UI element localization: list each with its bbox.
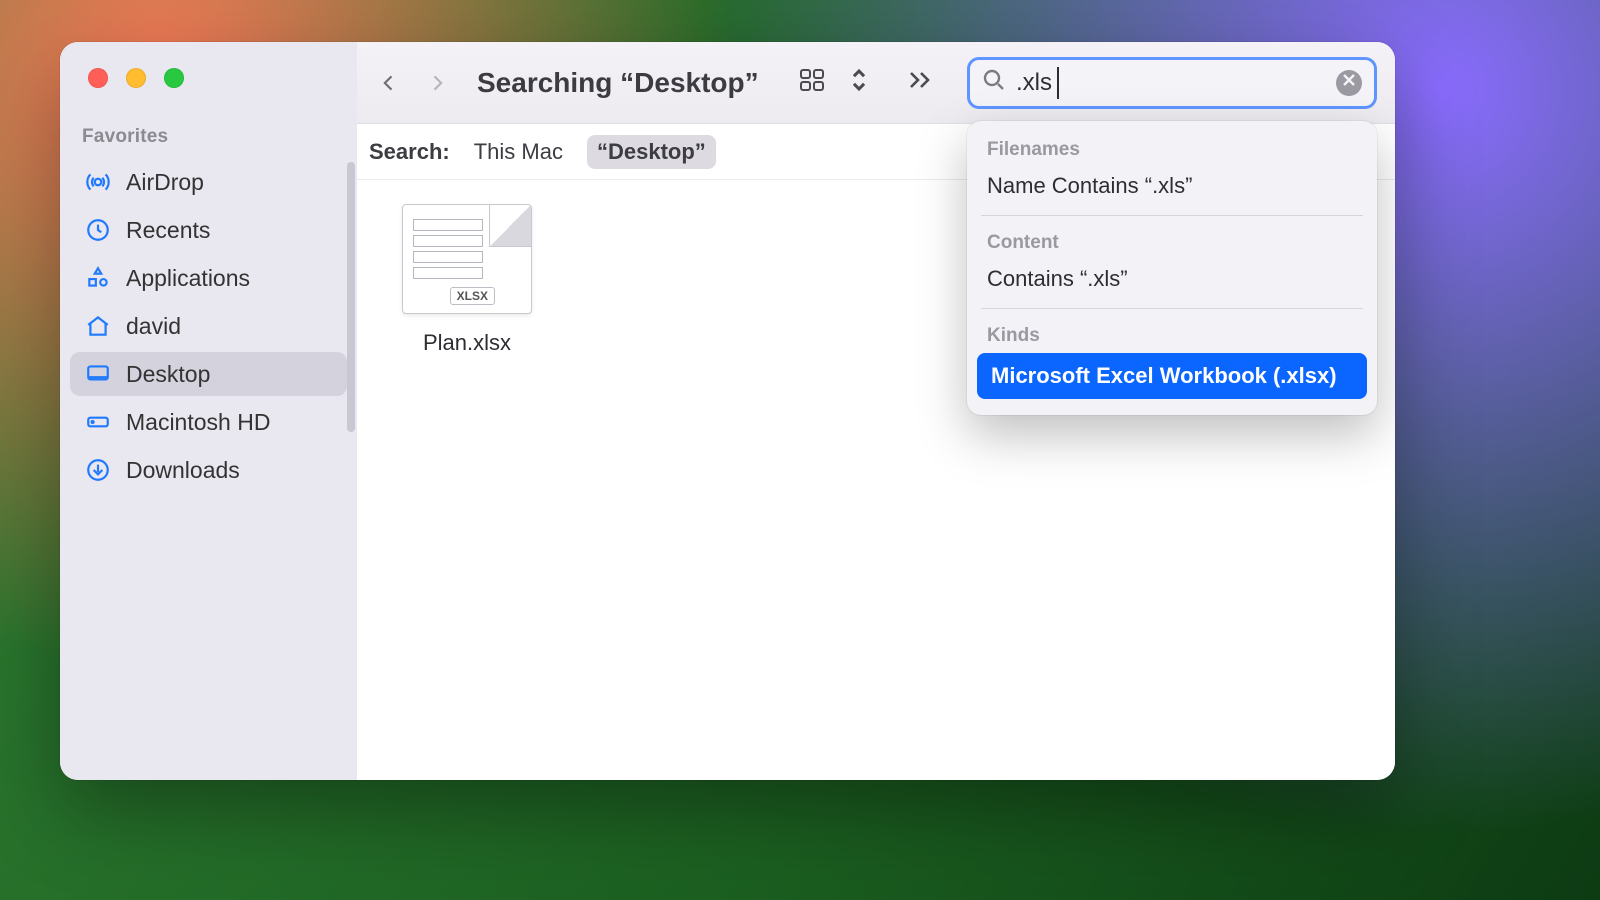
close-icon	[1342, 73, 1356, 92]
suggest-item-kind-xlsx[interactable]: Microsoft Excel Workbook (.xlsx)	[977, 353, 1367, 399]
suggest-section-content: Content	[967, 224, 1377, 258]
minimize-window-button[interactable]	[126, 68, 146, 88]
file-name: Plan.xlsx	[423, 330, 511, 356]
view-mode-button[interactable]	[799, 66, 877, 99]
sidebar-item-label: Applications	[126, 265, 250, 292]
scope-desktop[interactable]: “Desktop”	[587, 135, 716, 169]
toolbar: Searching “Desktop”	[357, 42, 1395, 124]
download-icon	[84, 456, 112, 484]
chevron-double-right-icon	[907, 78, 935, 95]
sidebar-item-recents[interactable]: Recents	[70, 208, 347, 252]
sidebar-item-macintosh-hd[interactable]: Macintosh HD	[70, 400, 347, 444]
sidebar-item-label: Macintosh HD	[126, 409, 270, 436]
suggest-section-filenames: Filenames	[967, 131, 1377, 165]
suggest-section-kinds: Kinds	[967, 317, 1377, 351]
clock-icon	[84, 216, 112, 244]
sidebar-section-label: Favorites	[60, 126, 357, 148]
search-icon	[982, 68, 1006, 97]
sidebar-item-label: AirDrop	[126, 169, 204, 196]
chevron-updown-icon	[841, 66, 877, 99]
forward-button[interactable]	[423, 69, 451, 97]
window-title: Searching “Desktop”	[477, 67, 759, 99]
sidebar: Favorites AirDrop Recents Applications d…	[60, 42, 357, 780]
sidebar-scrollbar[interactable]	[347, 162, 355, 432]
drive-icon	[84, 408, 112, 436]
page-fold-icon	[489, 205, 531, 247]
sidebar-item-home[interactable]: david	[70, 304, 347, 348]
grid-icon	[799, 66, 835, 99]
toolbar-overflow-button[interactable]	[907, 69, 935, 96]
suggest-item-contains[interactable]: Contains “.xls”	[967, 258, 1377, 300]
close-window-button[interactable]	[88, 68, 108, 88]
file-thumbnail: XLSX	[402, 204, 532, 314]
sidebar-item-downloads[interactable]: Downloads	[70, 448, 347, 492]
search-field[interactable]	[967, 57, 1377, 109]
search-input[interactable]	[1016, 69, 1326, 97]
window-controls	[60, 68, 357, 88]
home-icon	[84, 312, 112, 340]
suggest-item-name-contains[interactable]: Name Contains “.xls”	[967, 165, 1377, 207]
scope-label: Search:	[369, 139, 450, 165]
desktop-icon	[84, 360, 112, 388]
finder-window: Favorites AirDrop Recents Applications d…	[60, 42, 1395, 780]
zoom-window-button[interactable]	[164, 68, 184, 88]
main-pane: Searching “Desktop”	[357, 42, 1395, 780]
sidebar-item-label: Recents	[126, 217, 210, 244]
file-badge: XLSX	[450, 287, 495, 305]
sidebar-item-desktop[interactable]: Desktop	[70, 352, 347, 396]
airdrop-icon	[84, 168, 112, 196]
back-button[interactable]	[375, 69, 403, 97]
sidebar-item-label: Desktop	[126, 361, 210, 388]
sidebar-item-applications[interactable]: Applications	[70, 256, 347, 300]
sidebar-item-airdrop[interactable]: AirDrop	[70, 160, 347, 204]
file-item[interactable]: XLSX Plan.xlsx	[387, 204, 547, 356]
sidebar-item-label: david	[126, 313, 181, 340]
scope-this-mac[interactable]: This Mac	[464, 135, 573, 169]
divider	[981, 308, 1363, 309]
sidebar-item-label: Downloads	[126, 457, 240, 484]
divider	[981, 215, 1363, 216]
apps-icon	[84, 264, 112, 292]
text-caret	[1057, 67, 1059, 99]
search-wrap: Filenames Name Contains “.xls” Content C…	[967, 57, 1377, 109]
clear-search-button[interactable]	[1336, 70, 1362, 96]
search-suggestions-popup: Filenames Name Contains “.xls” Content C…	[967, 121, 1377, 415]
